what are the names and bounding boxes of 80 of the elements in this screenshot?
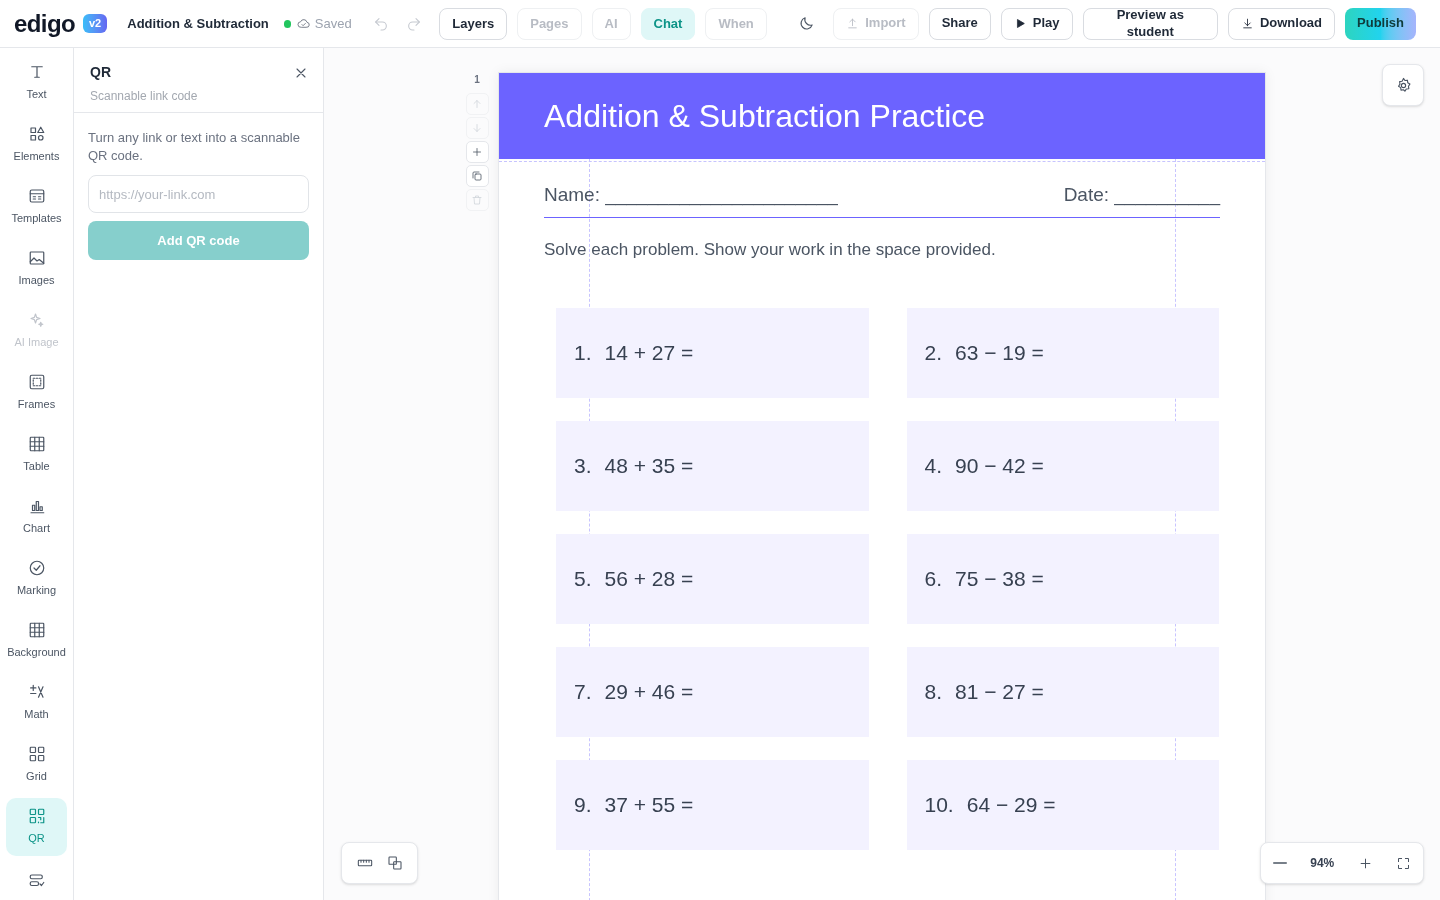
problem-number: 8. <box>924 679 942 706</box>
logo: edigo <box>14 8 75 39</box>
sidebar-item[interactable]: Background <box>6 612 67 670</box>
sidebar-item[interactable]: Math <box>6 674 67 732</box>
grid-icon <box>27 745 46 764</box>
sidebar-item[interactable]: Frames <box>6 364 67 422</box>
publish-button[interactable]: Publish <box>1345 7 1416 40</box>
sidebar-item[interactable]: Grid <box>6 736 67 794</box>
problem-number: 7. <box>574 679 592 706</box>
image-icon <box>27 249 46 268</box>
version-badge: v2 <box>83 14 108 33</box>
fullscreen-button[interactable] <box>1396 855 1412 871</box>
name-field: Name: ______________________ <box>544 181 838 210</box>
problem-number: 4. <box>924 453 942 480</box>
upload-icon <box>846 17 860 30</box>
document-title[interactable]: Addition & Subtraction <box>127 13 270 34</box>
problem-expression: 63 − 19 = <box>955 340 1044 367</box>
problem-expression: 75 − 38 = <box>955 566 1044 593</box>
cloud-check-icon <box>297 16 311 31</box>
instructions: Solve each problem. Show your work in the space provided. <box>544 238 997 261</box>
sidebar-item[interactable]: Text <box>6 54 67 112</box>
problem-expression: 81 − 27 = <box>955 679 1044 706</box>
undo-icon <box>373 15 390 32</box>
plus-icon <box>1357 855 1373 871</box>
arrow-up-icon <box>471 98 483 110</box>
problem-expression: 64 − 29 = <box>966 792 1056 819</box>
check-circle-icon <box>27 559 46 578</box>
sidebar-item[interactable]: Images <box>6 240 67 298</box>
trash-icon <box>471 194 483 206</box>
problem-expression: 14 + 27 = <box>604 340 694 367</box>
toolbar-button[interactable]: Share <box>928 7 991 40</box>
plus-icon <box>471 146 483 158</box>
zoom-in-button[interactable] <box>1357 855 1373 871</box>
problem-expression: 48 + 35 = <box>604 453 694 480</box>
sidebar-item[interactable]: Chart <box>6 488 67 546</box>
toolbar-button[interactable]: Play <box>1000 7 1073 40</box>
minus-icon <box>1272 862 1287 864</box>
qr-code-icon <box>27 807 46 826</box>
sidebar-item[interactable]: Table <box>6 426 67 484</box>
page-number: 1 <box>474 73 480 87</box>
problem-number: 10. <box>924 792 954 819</box>
redo-icon <box>405 15 422 32</box>
settings-button[interactable] <box>1382 64 1424 106</box>
problem-number: 3. <box>574 453 592 480</box>
arrow-down-icon <box>471 122 483 134</box>
table-icon <box>27 621 46 640</box>
moon-icon <box>797 15 815 32</box>
copy-icon <box>471 170 483 182</box>
sidebar-item[interactable]: Elements <box>6 116 67 174</box>
save-status: Saved <box>314 14 352 33</box>
toolbar-button[interactable]: Download <box>1227 7 1336 40</box>
template-icon <box>27 187 46 206</box>
problem-number: 1. <box>574 340 592 367</box>
panel-description: Turn any link or text into a scannable QR code. <box>88 129 301 165</box>
problem-number: 6. <box>924 566 942 593</box>
problem-expression: 90 − 42 = <box>955 453 1044 480</box>
worksheet-title: Addition & Subtraction Practice <box>544 97 986 136</box>
shapes-button[interactable] <box>386 855 403 871</box>
toolbar-tab[interactable]: Layers <box>439 7 508 40</box>
frame-icon <box>27 373 46 392</box>
problem-number: 2. <box>924 340 942 367</box>
table-icon <box>27 435 46 454</box>
toolbar-button[interactable]: Preview as student <box>1082 7 1218 40</box>
fullscreen-icon <box>1396 855 1412 871</box>
sidebar-item[interactable]: Templates <box>6 178 67 236</box>
problem-expression: 56 + 28 = <box>604 566 694 593</box>
date-field: Date: __________ <box>1063 181 1220 210</box>
url-input-field[interactable]: https://your-link.com <box>88 175 309 213</box>
sparkle-icon <box>27 311 46 330</box>
panel-title: QR <box>90 63 111 82</box>
sidebar-item[interactable]: Marking <box>6 550 67 608</box>
download-icon <box>1240 17 1254 30</box>
problem-expression: 29 + 46 = <box>604 679 694 706</box>
problem-number: 9. <box>574 792 592 819</box>
shapes-icon <box>27 125 46 144</box>
problem-expression: 37 + 55 = <box>604 792 694 819</box>
panel-subtitle: Scannable link code <box>90 88 199 105</box>
shapes-icon <box>386 855 403 871</box>
zoom-level: 94% <box>1310 855 1335 872</box>
problem-number: 5. <box>574 566 592 593</box>
